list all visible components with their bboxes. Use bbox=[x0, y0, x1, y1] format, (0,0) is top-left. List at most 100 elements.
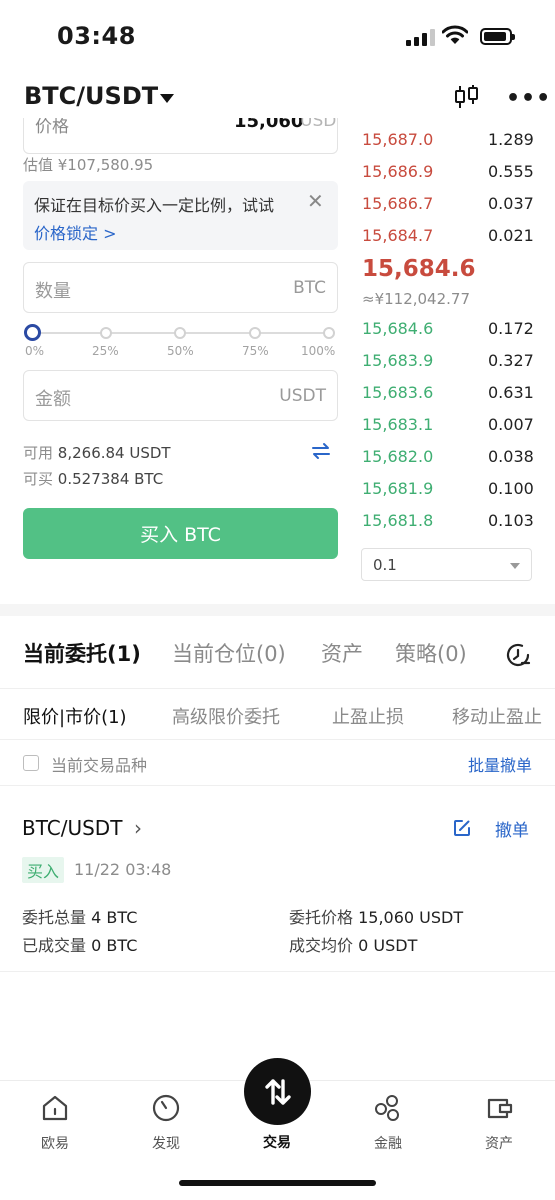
price-lock-link[interactable]: 价格锁定 > bbox=[34, 220, 117, 244]
wifi-icon bbox=[442, 25, 468, 44]
price-input[interactable]: 价格 15,060 USDT bbox=[23, 118, 338, 154]
slider-stop-25[interactable] bbox=[100, 327, 112, 339]
caret-down-icon[interactable] bbox=[160, 94, 174, 103]
ask-row[interactable]: 15,686.9 0.555 bbox=[361, 160, 534, 184]
nav-item-trade[interactable] bbox=[244, 1058, 311, 1125]
ask-price: 15,686.7 bbox=[362, 194, 434, 213]
current-pair-checkbox[interactable] bbox=[23, 755, 39, 771]
order-avg-value: 0 USDT bbox=[358, 936, 418, 955]
amount-input[interactable]: 金额 USDT bbox=[23, 370, 338, 421]
bid-qty: 0.103 bbox=[488, 511, 534, 530]
bid-qty: 0.007 bbox=[488, 415, 534, 434]
bid-row[interactable]: 15,681.9 0.100 bbox=[361, 477, 534, 501]
slider-stop-100[interactable] bbox=[323, 327, 335, 339]
bid-qty: 0.172 bbox=[488, 319, 534, 338]
order-type-tabs: 限价|市价(1) 高级限价委托 止盈止损 移动止盈止 bbox=[0, 688, 555, 740]
last-price-cny: ≈¥112,042.77 bbox=[362, 290, 470, 308]
caret-down-icon bbox=[510, 563, 520, 569]
current-pair-label[interactable]: 当前交易品种 bbox=[51, 752, 147, 776]
side-badge: 买入 bbox=[22, 857, 64, 883]
nav-label: 欧易 bbox=[41, 1136, 69, 1152]
ask-qty: 0.037 bbox=[488, 194, 534, 213]
amount-placeholder: 金额 bbox=[35, 389, 71, 410]
available-label: 可用 bbox=[23, 444, 54, 462]
pair-selector[interactable]: BTC/USDT bbox=[24, 82, 158, 110]
bid-qty: 0.631 bbox=[488, 383, 534, 402]
battery-icon bbox=[480, 28, 515, 45]
bid-price: 15,684.6 bbox=[362, 319, 434, 338]
subtab-advanced-limit[interactable]: 高级限价委托 bbox=[172, 703, 280, 729]
percent-slider[interactable]: 0% 25% 50% 75% 100% bbox=[23, 322, 338, 362]
orders-tabs: 当前委托(1) 当前仓位(0) 资产 策略(0) bbox=[0, 632, 555, 678]
bid-row[interactable]: 15,681.8 0.103 bbox=[361, 509, 534, 533]
order-total-label: 委托总量 bbox=[22, 908, 87, 927]
quantity-input[interactable]: 数量 BTC bbox=[23, 262, 338, 313]
filter-bar: 当前交易品种 批量撤单 bbox=[0, 740, 555, 786]
finance-icon bbox=[375, 1095, 399, 1121]
history-icon[interactable] bbox=[505, 642, 531, 668]
status-time: 03:48 bbox=[57, 22, 136, 50]
transfer-icon[interactable] bbox=[311, 441, 331, 461]
tab-positions[interactable]: 当前仓位(0) bbox=[172, 638, 286, 668]
nav-label-trade[interactable]: 交易 bbox=[237, 1132, 317, 1152]
order-avg: 成交均价 0 USDT bbox=[289, 932, 417, 956]
edit-icon[interactable] bbox=[453, 819, 471, 837]
cancel-order-button[interactable]: 撤单 bbox=[495, 816, 529, 841]
subtab-tp-sl[interactable]: 止盈止损 bbox=[332, 703, 404, 729]
order-filled: 已成交量 0 BTC bbox=[22, 932, 137, 956]
bid-row[interactable]: 15,683.9 0.327 bbox=[361, 349, 534, 373]
swap-arrows-icon bbox=[264, 1078, 291, 1105]
slider-stop-75[interactable] bbox=[249, 327, 261, 339]
ask-row[interactable]: 15,686.7 0.037 bbox=[361, 192, 534, 216]
price-unit: USDT bbox=[300, 118, 337, 131]
bid-qty: 0.100 bbox=[488, 479, 534, 498]
order-time: 11/22 03:48 bbox=[74, 860, 172, 879]
quantity-placeholder: 数量 bbox=[35, 281, 71, 302]
can-buy-value: 0.527384 BTC bbox=[57, 470, 164, 488]
bid-row[interactable]: 15,683.1 0.007 bbox=[361, 413, 534, 437]
bid-price: 15,683.1 bbox=[362, 415, 434, 434]
amount-unit: USDT bbox=[279, 386, 326, 406]
available-balance: 可用 8,266.84 USDT bbox=[23, 442, 171, 463]
order-card: BTC/USDT › 撤单 买入 11/22 03:48 委托总量 4 BTC … bbox=[0, 800, 555, 972]
nav-item-home[interactable]: 欧易 bbox=[15, 1093, 95, 1152]
slider-stop-50[interactable] bbox=[174, 327, 186, 339]
quantity-unit: BTC bbox=[293, 278, 326, 298]
chevron-right-icon[interactable]: › bbox=[134, 816, 142, 840]
ask-row[interactable]: 15,684.7 0.021 bbox=[361, 224, 534, 248]
available-value: 8,266.84 USDT bbox=[57, 444, 171, 462]
slider-thumb[interactable] bbox=[24, 324, 41, 341]
order-total-value: 4 BTC bbox=[91, 908, 138, 927]
nav-item-finance[interactable]: 金融 bbox=[348, 1093, 428, 1152]
close-icon[interactable]: ✕ bbox=[307, 189, 324, 213]
order-price-value: 15,060 USDT bbox=[358, 908, 464, 927]
buy-button[interactable]: 买入 BTC bbox=[23, 508, 338, 559]
order-filled-value: 0 BTC bbox=[91, 936, 138, 955]
ask-price: 15,684.7 bbox=[362, 226, 434, 245]
price-lock-tip: 保证在目标价买入一定比例，试试 价格锁定 > ✕ bbox=[23, 181, 338, 250]
slider-label: 75% bbox=[242, 344, 269, 358]
compass-icon bbox=[152, 1094, 180, 1122]
home-indicator bbox=[179, 1180, 376, 1186]
order-pair[interactable]: BTC/USDT bbox=[22, 816, 122, 840]
ask-row[interactable]: 15,687.0 1.289 bbox=[361, 128, 534, 152]
bid-row[interactable]: 15,684.6 0.172 bbox=[361, 317, 534, 341]
batch-cancel-button[interactable]: 批量撤单 bbox=[468, 752, 532, 776]
bid-row[interactable]: 15,682.0 0.038 bbox=[361, 445, 534, 469]
candlestick-icon[interactable] bbox=[453, 84, 481, 110]
tab-assets[interactable]: 资产 bbox=[321, 638, 363, 668]
depth-precision-select[interactable]: 0.1 bbox=[361, 548, 532, 581]
nav-item-assets[interactable]: 资产 bbox=[459, 1093, 539, 1152]
nav-label: 金融 bbox=[374, 1136, 402, 1152]
bid-price: 15,682.0 bbox=[362, 447, 434, 466]
wallet-icon bbox=[487, 1098, 513, 1119]
bid-row[interactable]: 15,683.6 0.631 bbox=[361, 381, 534, 405]
subtab-trailing-stop[interactable]: 移动止盈止 bbox=[452, 703, 542, 729]
bid-qty: 0.327 bbox=[488, 351, 534, 370]
subtab-limit-market[interactable]: 限价|市价(1) bbox=[23, 703, 127, 729]
last-price[interactable]: 15,684.6 bbox=[362, 256, 476, 282]
more-options-icon[interactable]: ••• bbox=[506, 86, 551, 111]
tab-strategies[interactable]: 策略(0) bbox=[395, 638, 467, 668]
nav-item-discover[interactable]: 发现 bbox=[126, 1093, 206, 1152]
tab-open-orders[interactable]: 当前委托(1) bbox=[23, 638, 141, 668]
